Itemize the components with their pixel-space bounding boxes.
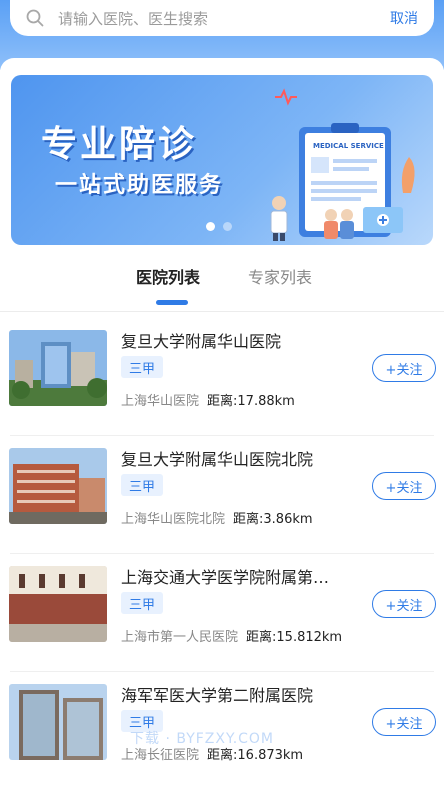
hospital-photo — [9, 566, 107, 642]
hospital-photo — [9, 448, 107, 524]
hospital-distance: 距离:3.86km — [233, 512, 313, 527]
hospital-photo — [9, 684, 107, 760]
hospital-address: 上海华山医院 — [121, 394, 200, 409]
search-bar[interactable]: 请输入医院、医生搜索 取消 — [10, 0, 434, 36]
hospital-distance: 距离:17.88km — [207, 394, 295, 409]
promo-banner[interactable]: 专业陪诊 一站式助医服务 MEDICAL SERVICE — [11, 75, 433, 245]
hospital-meta: 上海市第一人民医院 距离:15.812km — [121, 626, 342, 645]
hospital-name[interactable]: 复旦大学附属华山医院北院 — [121, 446, 351, 470]
divider — [0, 311, 444, 312]
hospital-photo — [9, 330, 107, 406]
hospital-card[interactable]: 上海交通大学医学院附属第… 三甲 上海市第一人民医院 距离:15.812km +关… — [0, 554, 444, 672]
banner-pagination — [206, 222, 232, 231]
hospital-level-badge: 三甲 — [121, 592, 163, 614]
hospital-level-badge: 三甲 — [121, 474, 163, 496]
hospital-level-badge: 三甲 — [121, 356, 163, 378]
follow-button[interactable]: +关注 — [372, 708, 436, 736]
follow-button[interactable]: +关注 — [372, 472, 436, 500]
follow-button[interactable]: +关注 — [372, 354, 436, 382]
banner-title: 专业陪诊 — [41, 124, 198, 165]
watermark: 下载 · BYFZXY.COM — [130, 731, 275, 747]
banner-subtitle: 一站式助医服务 — [55, 173, 224, 198]
tab-expert-list[interactable]: 专家列表 — [248, 264, 312, 288]
hospital-distance: 距离:16.873km — [207, 748, 304, 763]
hospital-name[interactable]: 海军军医大学第二附属医院 — [121, 682, 351, 706]
banner-card-label: MEDICAL SERVICE — [313, 142, 384, 150]
hospital-card[interactable]: 复旦大学附属华山医院 三甲 上海华山医院 距离:17.88km +关注 — [0, 318, 444, 436]
hospital-name[interactable]: 复旦大学附属华山医院 — [121, 328, 351, 352]
hospital-name[interactable]: 上海交通大学医学院附属第… — [121, 564, 351, 588]
hospital-address: 上海长征医院 — [121, 748, 200, 763]
hospital-list: 复旦大学附属华山医院 三甲 上海华山医院 距离:17.88km +关注 复旦大学附… — [0, 318, 444, 790]
medical-service-illustration: MEDICAL SERVICE — [270, 88, 415, 241]
banner-dot-active[interactable] — [206, 222, 215, 231]
cancel-button[interactable]: 取消 — [390, 8, 418, 28]
list-tabs: 医院列表 专家列表 — [0, 262, 444, 308]
tab-hospital-list[interactable]: 医院列表 — [136, 264, 200, 288]
follow-button[interactable]: +关注 — [372, 590, 436, 618]
hospital-distance: 距离:15.812km — [246, 630, 343, 645]
hospital-card[interactable]: 复旦大学附属华山医院北院 三甲 上海华山医院北院 距离:3.86km +关注 — [0, 436, 444, 554]
hospital-address: 上海市第一人民医院 — [121, 630, 239, 645]
active-tab-indicator — [156, 300, 188, 305]
banner-dot[interactable] — [223, 222, 232, 231]
search-input[interactable]: 请输入医院、医生搜索 — [58, 8, 390, 29]
hospital-address: 上海华山医院北院 — [121, 512, 226, 527]
hospital-meta: 上海华山医院 距离:17.88km — [121, 390, 295, 409]
search-icon — [26, 9, 44, 27]
hospital-meta: 上海华山医院北院 距离:3.86km — [121, 508, 313, 527]
